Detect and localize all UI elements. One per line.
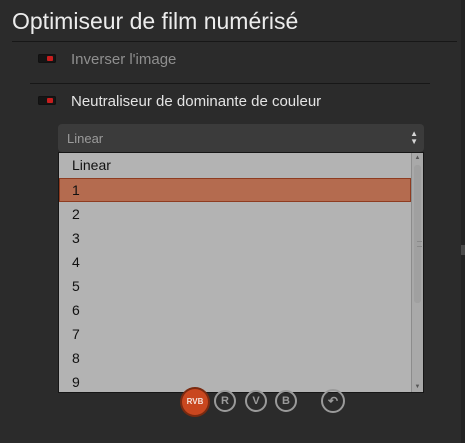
color-cast-neutralizer-toggle[interactable] [38, 96, 56, 105]
invert-image-label[interactable]: Inverser l'image [71, 51, 176, 68]
toggle-indicator [47, 98, 53, 103]
invert-image-toggle[interactable] [38, 54, 56, 63]
dropdown-option[interactable]: 4 [59, 250, 411, 274]
scrollbar-grip [417, 241, 422, 247]
resize-handle[interactable] [461, 245, 465, 255]
panel-edge [461, 0, 465, 443]
scroll-up-icon[interactable]: ▲ [412, 153, 423, 163]
dropdown-option[interactable]: 9 [59, 370, 411, 392]
scroll-down-icon[interactable]: ▼ [412, 382, 423, 392]
undo-icon[interactable]: ↶ [321, 389, 345, 413]
dropdown-option[interactable]: 3 [59, 226, 411, 250]
channel-r-button[interactable]: R [214, 390, 236, 412]
channel-rvb-button[interactable]: RVB [182, 389, 208, 415]
toggle-indicator [47, 56, 53, 61]
mode-select[interactable]: Linear ▲ ▼ [58, 124, 424, 152]
dropdown-scrollbar[interactable]: ▲ ▼ [411, 153, 423, 392]
dropdown-option[interactable]: 7 [59, 322, 411, 346]
dropdown-option-selected[interactable]: 1 [59, 178, 411, 202]
dropdown-option[interactable]: Linear [59, 153, 411, 178]
mode-select-value: Linear [67, 131, 104, 146]
dropdown-option[interactable]: 5 [59, 274, 411, 298]
dropdown-option[interactable]: 6 [59, 298, 411, 322]
options-divider [30, 83, 430, 84]
channel-b-button[interactable]: B [275, 390, 297, 412]
dropdown-option[interactable]: 8 [59, 346, 411, 370]
mode-dropdown-list[interactable]: Linear 1 2 3 4 5 6 7 8 9 ▲ ▼ [58, 152, 424, 393]
panel-title: Optimiseur de film numérisé [12, 8, 299, 34]
select-arrows-icon: ▲ ▼ [410, 129, 418, 146]
scrollbar-thumb[interactable] [414, 165, 422, 303]
channel-v-button[interactable]: V [245, 390, 267, 412]
title-divider [12, 41, 457, 42]
color-cast-neutralizer-label[interactable]: Neutraliseur de dominante de couleur [71, 93, 321, 110]
dropdown-option[interactable]: 2 [59, 202, 411, 226]
